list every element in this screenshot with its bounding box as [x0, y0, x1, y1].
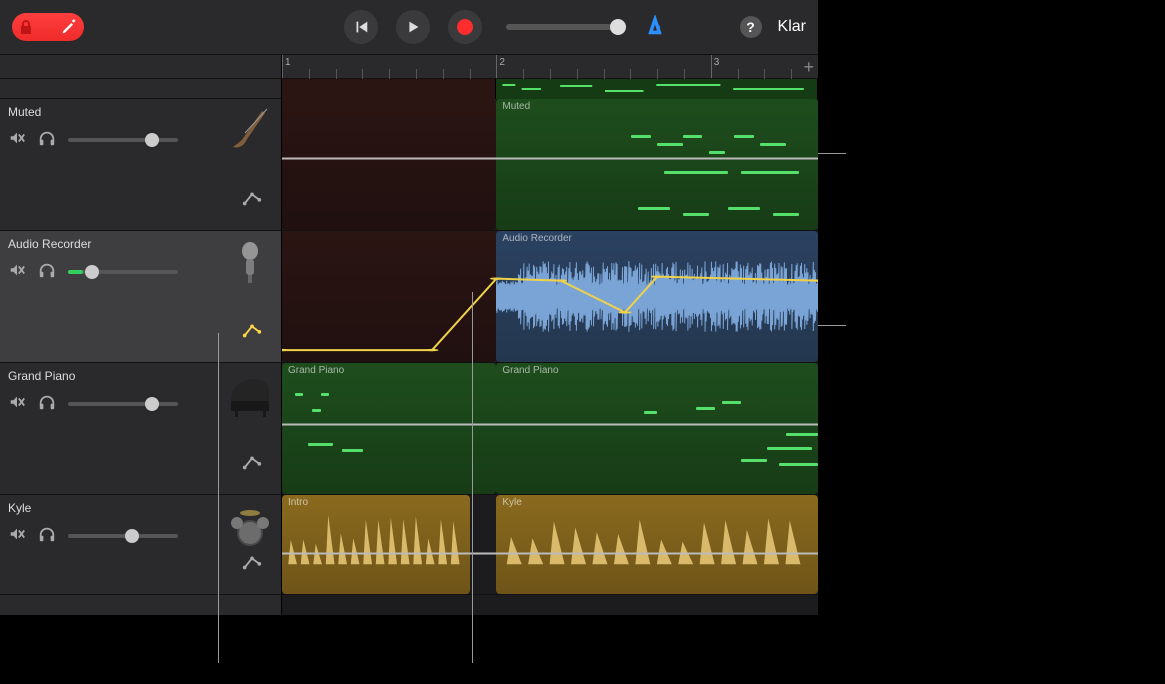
volume-thumb[interactable] — [85, 265, 99, 279]
mute-icon[interactable] — [8, 393, 26, 414]
pencil-icon — [60, 18, 78, 36]
volume-slider[interactable] — [68, 402, 178, 406]
top-bar: ? Klar — [0, 0, 818, 55]
add-section-button[interactable]: + — [803, 57, 814, 78]
region[interactable] — [282, 99, 496, 230]
topbar-right: ? Klar — [740, 16, 806, 38]
track-header[interactable]: Grand Piano — [0, 363, 281, 495]
ruler-bar[interactable]: 2 — [496, 55, 505, 78]
track-row[interactable]: Audio Recorder — [282, 231, 818, 363]
metronome-button[interactable] — [644, 15, 666, 40]
region[interactable] — [282, 231, 496, 362]
mute-icon[interactable] — [8, 525, 26, 546]
headphones-icon[interactable] — [38, 129, 56, 150]
region-label: Audio Recorder — [496, 231, 577, 246]
lock-icon — [16, 17, 36, 37]
headphones-icon[interactable] — [38, 525, 56, 546]
mute-icon[interactable] — [8, 129, 26, 150]
grand-piano-icon[interactable] — [225, 369, 275, 419]
bar-ruler[interactable]: 1 2 3 + — [282, 55, 818, 79]
mute-icon[interactable] — [8, 261, 26, 282]
region[interactable]: Kyle — [496, 495, 818, 594]
done-button[interactable]: Klar — [778, 18, 806, 36]
region-label: Grand Piano — [282, 363, 350, 378]
app-frame: ? Klar Muted Audio Recor — [0, 0, 818, 615]
track-row[interactable]: Intro Kyle — [282, 495, 818, 595]
volume-thumb[interactable] — [125, 529, 139, 543]
region[interactable]: Intro — [282, 495, 470, 594]
drum-kit-icon[interactable] — [225, 501, 275, 551]
region[interactable]: Audio Recorder — [496, 231, 818, 362]
track-row[interactable]: Muted — [282, 99, 818, 231]
microphone-icon[interactable] — [225, 237, 275, 287]
help-button[interactable]: ? — [740, 16, 762, 38]
play-button[interactable] — [396, 10, 430, 44]
bass-guitar-icon[interactable] — [225, 105, 275, 155]
headphones-icon[interactable] — [38, 261, 56, 282]
automation-toggle[interactable] — [241, 319, 263, 344]
volume-slider[interactable] — [68, 138, 178, 142]
track-header[interactable]: Audio Recorder — [0, 231, 281, 363]
record-button[interactable] — [448, 10, 482, 44]
callout-line-middle — [472, 292, 473, 663]
region[interactable]: Grand Piano — [496, 363, 818, 494]
callout-line-right-mid — [818, 325, 846, 326]
timeline-area[interactable]: 1 2 3 + — [282, 55, 818, 615]
region-label: Muted — [496, 99, 536, 114]
volume-slider[interactable] — [68, 534, 178, 538]
track-header[interactable]: Kyle — [0, 495, 281, 595]
headphones-icon[interactable] — [38, 393, 56, 414]
region-label: Kyle — [496, 495, 527, 510]
track-headers-panel: Muted Audio Recorder — [0, 55, 282, 615]
track-row[interactable]: Grand Piano Grand Piano — [282, 363, 818, 495]
section-b[interactable] — [496, 79, 818, 99]
region[interactable]: Grand Piano — [282, 363, 496, 494]
callout-line-right-top — [818, 153, 846, 154]
workspace: Muted Audio Recorder — [0, 55, 818, 615]
region-label: Grand Piano — [496, 363, 564, 378]
section-strip-spacer — [0, 79, 281, 99]
transport-controls — [344, 10, 482, 44]
song-section-strip[interactable] — [282, 79, 818, 99]
ruler-bar[interactable]: 1 — [282, 55, 291, 78]
edit-mode-pill[interactable] — [12, 13, 84, 41]
automation-toggle[interactable] — [241, 551, 263, 576]
track-header[interactable]: Muted — [0, 99, 281, 231]
automation-toggle[interactable] — [241, 187, 263, 212]
volume-slider[interactable] — [68, 270, 178, 274]
help-glyph: ? — [746, 19, 755, 35]
region-label: Intro — [282, 495, 314, 510]
volume-thumb[interactable] — [145, 397, 159, 411]
record-dot-icon — [457, 19, 473, 35]
automation-toggle[interactable] — [241, 451, 263, 476]
ruler-spacer — [0, 55, 281, 79]
scrubber-thumb[interactable] — [610, 19, 626, 35]
callout-line-left — [218, 333, 219, 663]
region[interactable]: Muted — [496, 99, 818, 230]
go-to-start-button[interactable] — [344, 10, 378, 44]
volume-thumb[interactable] — [145, 133, 159, 147]
ruler-bar[interactable]: 3 — [711, 55, 720, 78]
playhead-scrubber[interactable] — [506, 24, 626, 30]
section-a[interactable] — [282, 79, 496, 99]
